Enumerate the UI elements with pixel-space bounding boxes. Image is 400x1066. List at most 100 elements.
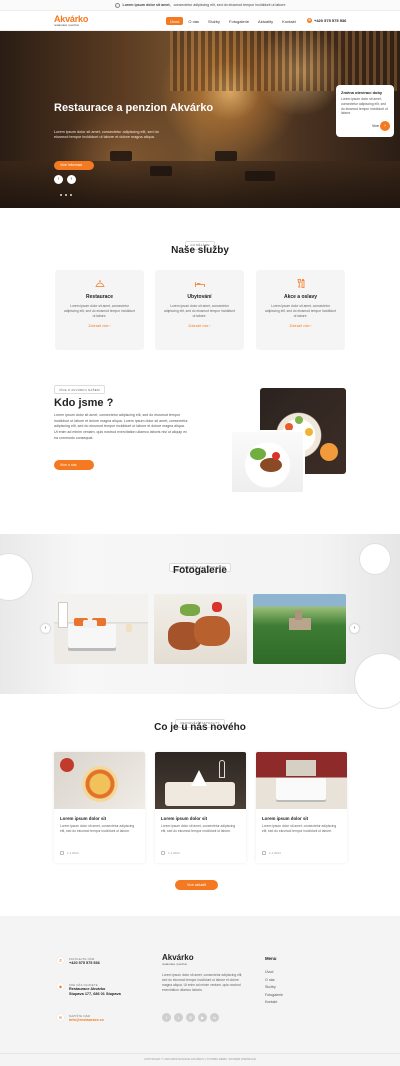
hero-more-button[interactable]: Více informací: [54, 161, 94, 170]
logo[interactable]: Akvárko restaurace i penzion: [54, 14, 88, 27]
main-navigation: Akvárko restaurace i penzion Úvod O nás …: [0, 11, 400, 31]
nav-item-kontakt[interactable]: Kontakt: [278, 17, 300, 25]
service-link-label: Zobrazit více: [188, 324, 209, 328]
footer-menu-item[interactable]: Úvod: [265, 969, 283, 977]
hero-image-table: [110, 151, 132, 161]
notice-more-link[interactable]: Více: [372, 124, 379, 128]
hero-image-table: [245, 171, 275, 181]
hero-text: Lorem ipsum dolor sit amet, consectetur …: [54, 130, 159, 140]
hero-title: Restaurace a penzion Akvárko: [54, 102, 214, 114]
footer-menu-title: Menu: [265, 956, 277, 961]
chevron-right-icon[interactable]: ›: [380, 121, 390, 131]
news-card-date-text: 1.1.2024: [269, 851, 281, 855]
photo-detail: [194, 616, 230, 646]
photo-detail: [320, 443, 338, 461]
youtube-icon[interactable]: ▶: [198, 1013, 207, 1022]
service-link[interactable]: Zobrazit více ›: [155, 324, 244, 328]
meat-dish-photo: [230, 430, 305, 494]
footer-contact-value: +420 575 575 536: [69, 961, 100, 965]
service-card-ubytovani[interactable]: Ubytování Lorem ipsum dolor sit amet, co…: [155, 270, 244, 350]
news-card[interactable]: Lorem ipsum dolor sit Lorem ipsum dolor …: [256, 752, 347, 863]
nav-item-o-nas[interactable]: O nás: [184, 17, 203, 25]
cloche-icon: [94, 278, 106, 290]
gallery-next-arrow-icon[interactable]: ›: [350, 624, 359, 633]
header-phone[interactable]: ✆ +420 575 575 536: [307, 18, 346, 23]
photo-detail: [83, 620, 97, 628]
nav-item-fotogalerie[interactable]: Fotogalerie: [225, 17, 253, 25]
service-text: Lorem ipsum dolor sit amet, consectetur …: [164, 304, 235, 318]
about-title: Kdo jsme ?: [54, 397, 114, 409]
footer-menu-item[interactable]: O nás: [265, 977, 283, 985]
calendar-icon: [262, 851, 266, 855]
slider-dot[interactable]: [60, 194, 62, 196]
nav-item-sluzby[interactable]: Služby: [204, 17, 224, 25]
footer-menu-item[interactable]: Kontakt: [265, 999, 283, 1007]
photo-detail: [286, 760, 316, 776]
about-more-button[interactable]: Více o nás: [54, 460, 94, 470]
hero-image-table: [215, 151, 237, 161]
service-link[interactable]: Zobrazit více ›: [256, 324, 345, 328]
announcement-text: consectetur adipiscing elit, sed do eius…: [173, 3, 286, 7]
hero-image-ceiling: [170, 31, 400, 91]
footer-contact-address: ◉ KDE NÁS NAJDETE Restaurace Akvárko Stu…: [57, 983, 121, 997]
gallery-title: Fotogalerie: [173, 565, 227, 576]
photo-detail: [126, 624, 132, 632]
hero-prev-arrow-icon[interactable]: ‹: [54, 175, 63, 184]
announcement-bold: Lorem ipsum dolor sit amet,: [122, 3, 171, 7]
gallery-image-castle[interactable]: [253, 594, 346, 664]
copyright: COPYRIGHT © 2024 RESTAURACE AKVÁRKO | TV…: [0, 1053, 400, 1061]
photo-detail: [305, 428, 313, 436]
news-more-button[interactable]: Více aktualit: [175, 880, 218, 890]
service-link[interactable]: Zobrazit více ›: [55, 324, 144, 328]
slider-dot[interactable]: [70, 194, 72, 196]
news-image-table-setting: [155, 752, 246, 809]
wine-glasses-icon: [295, 278, 307, 290]
linkedin-icon[interactable]: in: [210, 1013, 219, 1022]
footer-contact-value: info@restaurace.cz: [69, 1018, 104, 1022]
gallery-image-bedroom[interactable]: [54, 594, 148, 664]
twitter-icon[interactable]: t: [174, 1013, 183, 1022]
facebook-icon[interactable]: f: [162, 1013, 171, 1022]
notice-text: Lorem ipsum dolor sit amet, consectetur …: [341, 97, 388, 116]
news-card[interactable]: Lorem ipsum dolor sit Lorem ipsum dolor …: [155, 752, 246, 863]
news-image-hotel-room: [256, 752, 347, 809]
service-text: Lorem ipsum dolor sit amet, consectetur …: [265, 304, 336, 318]
footer-menu-item[interactable]: Služby: [265, 984, 283, 992]
news-card-date-text: 1.1.2024: [67, 851, 79, 855]
footer-contact-value-2: Stupava 177, 686 01 Stupava: [69, 992, 121, 996]
footer-contact-email[interactable]: ✉ NAPIŠTE NÁM info@restaurace.cz: [57, 1014, 104, 1023]
nav-item-aktuality[interactable]: Aktuality: [254, 17, 277, 25]
mail-icon: ✉: [57, 1014, 64, 1021]
gallery-prev-arrow-icon[interactable]: ‹: [41, 624, 50, 633]
hero-slider: Restaurace a penzion Akvárko Lorem ipsum…: [0, 31, 400, 208]
news-card-text: Lorem ipsum dolor sit amet, consectetur …: [60, 824, 135, 833]
slider-dot[interactable]: [65, 194, 67, 196]
phone-icon: ✆: [307, 18, 312, 23]
photo-detail: [276, 778, 326, 800]
footer-logo-name: Akvárko: [162, 953, 194, 962]
announcement-bar: i Lorem ipsum dolor sit amet, consectetu…: [0, 0, 400, 11]
service-card-restaurace[interactable]: Restaurace Lorem ipsum dolor sit amet, c…: [55, 270, 144, 350]
instagram-icon[interactable]: ◎: [186, 1013, 195, 1022]
service-card-akce[interactable]: Akce a oslavy Lorem ipsum dolor sit amet…: [256, 270, 345, 350]
footer-menu-item[interactable]: Fotogalerie: [265, 992, 283, 1000]
news-card[interactable]: Lorem ipsum dolor sit Lorem ipsum dolor …: [54, 752, 145, 863]
gallery-image-chicken[interactable]: [154, 594, 247, 664]
news-card-title: Lorem ipsum dolor sit: [262, 816, 309, 821]
footer-contact-phone[interactable]: ✆ ZAVOLEJTE NÁM +420 575 575 536: [57, 957, 100, 966]
footer-description: Lorem ipsum dolor sit amet, consectetur …: [162, 973, 243, 992]
photo-detail: [60, 758, 74, 772]
nav-item-uvod[interactable]: Úvod: [166, 17, 184, 25]
news-card-date: 1.1.2024: [161, 851, 180, 855]
hero-next-arrow-icon[interactable]: ›: [67, 175, 76, 184]
nav-menu: Úvod O nás Služby Fotogalerie Aktuality …: [166, 17, 301, 25]
info-icon: i: [114, 2, 120, 8]
notice-title: Změna otevírací doby: [341, 90, 383, 95]
bed-icon: [194, 278, 206, 290]
social-links: f t ◎ ▶ in: [162, 1013, 219, 1022]
hero-slider-dots[interactable]: [60, 194, 72, 196]
footer-logo-subtitle: restaurace i penzion: [162, 962, 188, 966]
service-title: Akce a oslavy: [283, 294, 318, 300]
footer-logo[interactable]: Akvárko restaurace i penzion: [162, 953, 194, 966]
service-title: Restaurace: [86, 294, 113, 300]
